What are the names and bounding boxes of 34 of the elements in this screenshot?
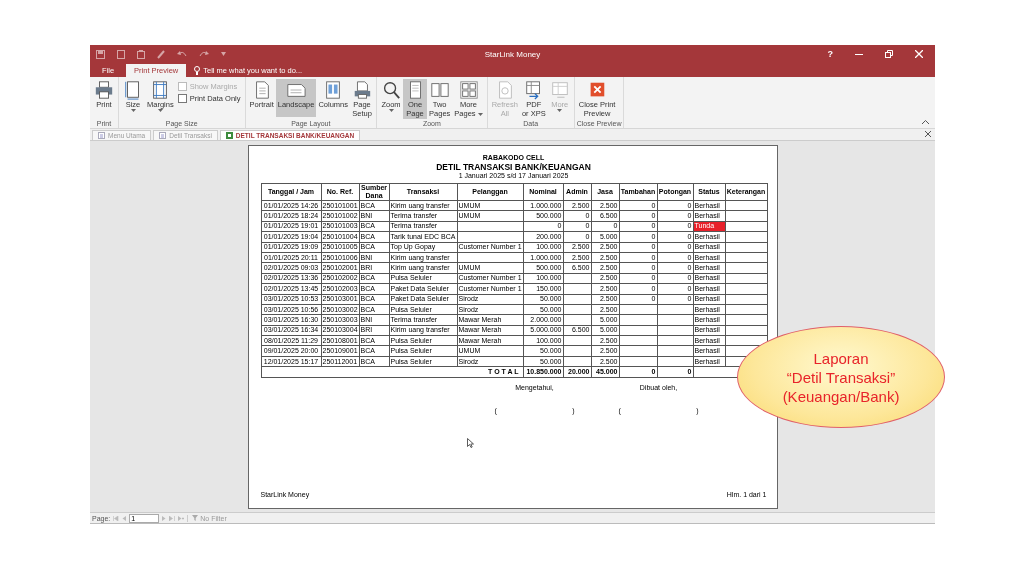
collapse-icon[interactable] bbox=[922, 120, 929, 124]
first-page-icon[interactable] bbox=[113, 515, 120, 521]
restore-icon[interactable] bbox=[885, 50, 893, 58]
form-icon bbox=[159, 132, 167, 139]
magnifier-icon bbox=[381, 80, 402, 100]
save-icon[interactable] bbox=[96, 49, 105, 59]
document-icon[interactable] bbox=[117, 49, 125, 59]
report-title: DETIL TRANSAKSI BANK/KEUANGAN bbox=[436, 162, 591, 172]
help-button[interactable]: ? bbox=[827, 49, 833, 59]
callout-text: (Keuangan/Bank) bbox=[782, 386, 900, 406]
checkbox[interactable] bbox=[177, 94, 187, 103]
table-export-icon bbox=[549, 80, 570, 100]
clipboard-icon[interactable] bbox=[137, 49, 145, 59]
page-setup-icon bbox=[352, 80, 373, 100]
lightbulb-icon bbox=[194, 66, 201, 75]
previous-page-icon[interactable] bbox=[122, 515, 127, 521]
brush-icon[interactable] bbox=[157, 49, 165, 59]
form-icon bbox=[98, 132, 105, 139]
report-icon bbox=[225, 132, 233, 139]
new-record-icon[interactable] bbox=[178, 515, 185, 521]
callout-text: “Detil Transaksi” bbox=[786, 367, 896, 387]
two-pages-icon bbox=[429, 80, 450, 100]
undo-icon[interactable] bbox=[177, 50, 187, 58]
redo-icon[interactable] bbox=[199, 50, 209, 58]
last-page-icon[interactable] bbox=[169, 515, 176, 521]
caret-icon[interactable] bbox=[221, 52, 226, 56]
filter-icon bbox=[192, 515, 199, 521]
multiple-pages-icon bbox=[458, 80, 479, 100]
next-page-icon[interactable] bbox=[162, 515, 167, 521]
close-icon[interactable] bbox=[925, 131, 931, 137]
mouse-pointer-icon bbox=[467, 438, 474, 448]
printer-icon bbox=[94, 80, 114, 100]
window-title: StarLink Money bbox=[484, 49, 541, 59]
callout-text: Laporan bbox=[813, 348, 869, 368]
